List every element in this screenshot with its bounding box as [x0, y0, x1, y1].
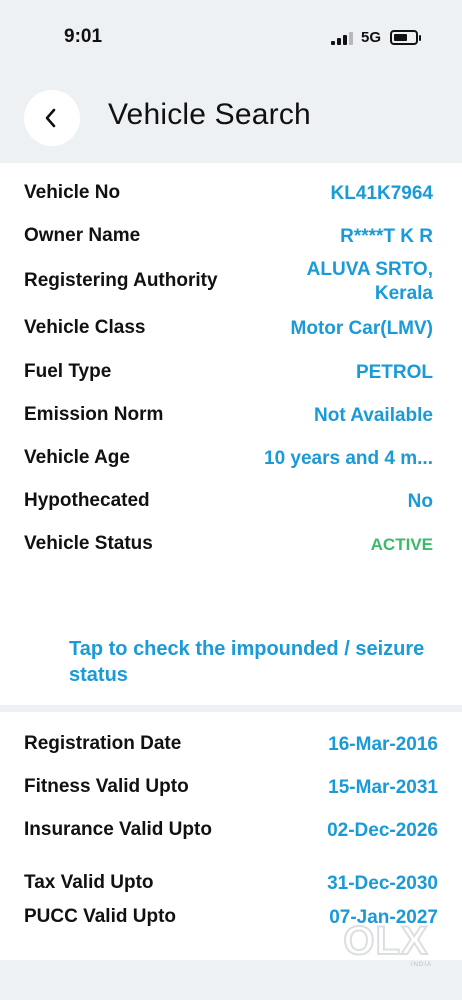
detail-label: Vehicle No [24, 182, 121, 203]
detail-value: Not Available [314, 405, 433, 426]
detail-label: Hypothecated [24, 490, 150, 511]
impound-status-link[interactable]: Tap to check the impounded / seizure sta… [69, 636, 429, 688]
status-bar: 9:01 5G [0, 0, 462, 70]
detail-label: Emission Norm [24, 404, 164, 425]
battery-level [394, 34, 407, 41]
validity-value: 15-Mar-2031 [328, 777, 438, 798]
detail-value: 10 years and 4 m... [264, 448, 433, 469]
validity-label: Insurance Valid Upto [24, 819, 212, 840]
validity-label: Fitness Valid Upto [24, 776, 189, 797]
detail-label: Owner Name [24, 225, 141, 246]
status-time: 9:01 [64, 26, 103, 47]
back-button[interactable] [24, 90, 80, 146]
detail-label: Fuel Type [24, 361, 112, 382]
detail-label: Vehicle Class [24, 317, 146, 338]
detail-value: Motor Car(LMV) [290, 318, 433, 339]
olx-logo: OLX [342, 918, 429, 964]
detail-label: Vehicle Status [24, 533, 153, 554]
detail-value: No [407, 491, 433, 512]
battery-icon [390, 30, 421, 45]
detail-value: R****T K R [340, 226, 433, 247]
detail-label: Registering Authority [24, 270, 218, 291]
status-badge: ACTIVE [370, 535, 433, 554]
validity-label: PUCC Valid Upto [24, 906, 177, 927]
watermark-caption: INDIA [410, 962, 432, 968]
detail-value: ALUVA SRTO, Kerala [306, 259, 433, 304]
validity-label: Registration Date [24, 733, 182, 754]
validity-value: 31-Dec-2030 [327, 873, 438, 894]
validity-label: Tax Valid Upto [24, 872, 154, 893]
detail-value: KL41K7964 [330, 183, 433, 204]
detail-label: Vehicle Age [24, 447, 130, 468]
page-title: Vehicle Search [108, 98, 311, 131]
validity-value: 02-Dec-2026 [327, 820, 438, 841]
olx-watermark: OLX INDIA [340, 918, 432, 968]
detail-value: PETROL [355, 362, 433, 383]
chevron-left-icon [45, 108, 56, 128]
validity-value: 16-Mar-2016 [328, 734, 438, 755]
signal-icon [331, 32, 355, 45]
network-label: 5G [361, 29, 382, 46]
